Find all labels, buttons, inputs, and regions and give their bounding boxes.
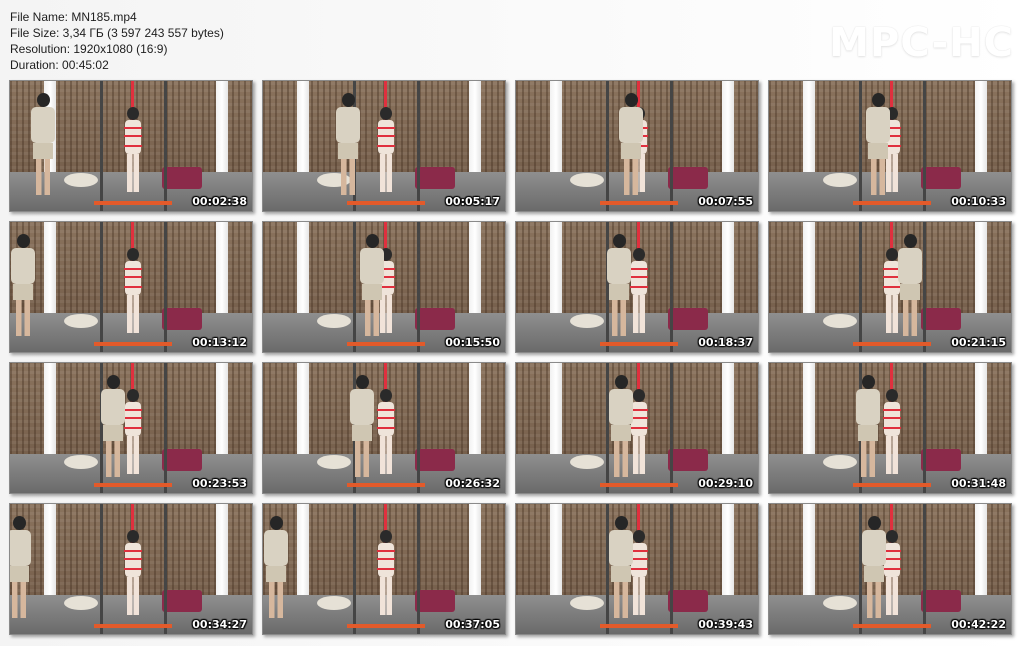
file-size-text: File Size: 3,34 ГБ (3 597 243 557 bytes) <box>10 26 224 40</box>
timestamp-label: 00:29:10 <box>698 477 753 490</box>
timestamp-label: 00:18:37 <box>698 336 753 349</box>
thumbnail-image <box>516 81 758 211</box>
timestamp-label: 00:37:05 <box>445 618 500 631</box>
video-thumbnail: 00:39:43 <box>515 503 759 635</box>
thumbnail-image <box>516 504 758 634</box>
video-thumbnail: 00:07:55 <box>515 80 759 212</box>
thumbnail-image <box>263 504 505 634</box>
timestamp-label: 00:21:15 <box>951 336 1006 349</box>
thumbnail-image <box>769 363 1011 493</box>
timestamp-label: 00:10:33 <box>951 195 1006 208</box>
timestamp-label: 00:42:22 <box>951 618 1006 631</box>
timestamp-label: 00:07:55 <box>698 195 753 208</box>
timestamp-label: 00:13:12 <box>192 336 247 349</box>
file-name-text: File Name: MN185.mp4 <box>10 10 137 24</box>
video-thumbnail: 00:10:33 <box>768 80 1012 212</box>
video-thumbnail: 00:18:37 <box>515 221 759 353</box>
timestamp-label: 00:15:50 <box>445 336 500 349</box>
thumbnail-image <box>516 363 758 493</box>
app-logo: MPC-HC <box>829 20 1014 66</box>
timestamp-label: 00:34:27 <box>192 618 247 631</box>
thumbnail-image <box>263 81 505 211</box>
thumbnail-image <box>769 504 1011 634</box>
video-thumbnail: 00:02:38 <box>9 80 253 212</box>
thumbnail-image <box>263 363 505 493</box>
timestamp-label: 00:02:38 <box>192 195 247 208</box>
video-thumbnail: 00:34:27 <box>9 503 253 635</box>
video-thumbnail: 00:29:10 <box>515 362 759 494</box>
timestamp-label: 00:31:48 <box>951 477 1006 490</box>
file-info: File Name: MN185.mp4 File Size: 3,34 ГБ … <box>10 9 224 73</box>
video-thumbnail: 00:13:12 <box>9 221 253 353</box>
video-thumbnail: 00:31:48 <box>768 362 1012 494</box>
thumbnail-image <box>263 222 505 352</box>
thumbnail-image <box>10 222 252 352</box>
video-thumbnail: 00:05:17 <box>262 80 506 212</box>
video-thumbnail: 00:15:50 <box>262 221 506 353</box>
video-thumbnail: 00:26:32 <box>262 362 506 494</box>
video-thumbnail: 00:21:15 <box>768 221 1012 353</box>
video-thumbnail: 00:23:53 <box>9 362 253 494</box>
thumbnail-image <box>516 222 758 352</box>
timestamp-label: 00:39:43 <box>698 618 753 631</box>
thumbnail-image <box>10 363 252 493</box>
thumbnail-image <box>769 222 1011 352</box>
thumbnail-image <box>769 81 1011 211</box>
timestamp-label: 00:26:32 <box>445 477 500 490</box>
resolution-text: Resolution: 1920x1080 (16:9) <box>10 42 168 56</box>
video-thumbnail: 00:37:05 <box>262 503 506 635</box>
video-thumbnail: 00:42:22 <box>768 503 1012 635</box>
thumbnail-image <box>10 504 252 634</box>
thumbnail-image <box>10 81 252 211</box>
timestamp-label: 00:05:17 <box>445 195 500 208</box>
timestamp-label: 00:23:53 <box>192 477 247 490</box>
duration-text: Duration: 00:45:02 <box>10 58 109 72</box>
thumbnail-grid: 00:02:38 00:05:17 00:07:55 00:10:33 00:13:12… <box>9 80 1016 640</box>
